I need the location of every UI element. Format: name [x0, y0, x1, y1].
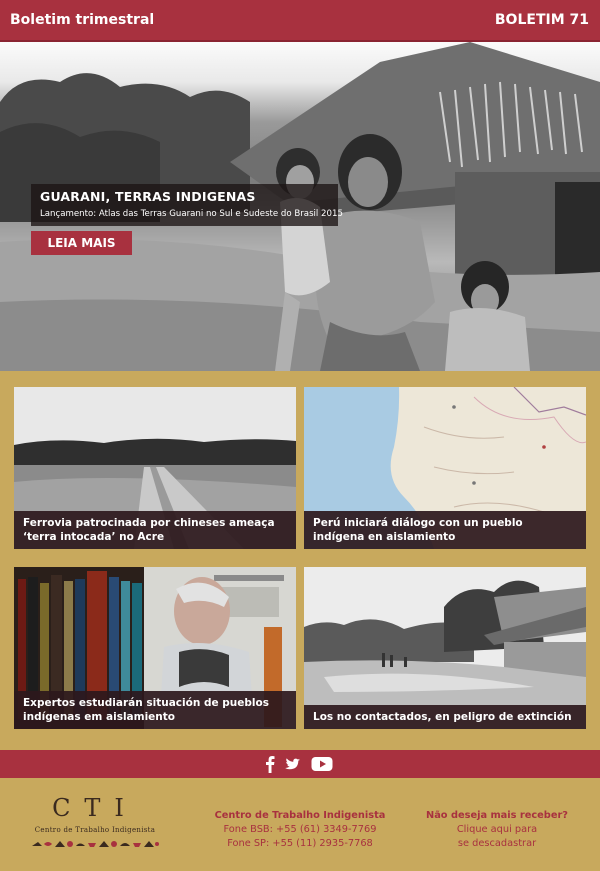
- phone-sp: Fone SP: +55 (11) 2935-7768: [227, 838, 373, 849]
- news-card-peru[interactable]: Perú iniciará diálogo con un pueblo indí…: [304, 387, 586, 549]
- news-grid: Ferrovia patrocinada por chineses ameaça…: [0, 371, 600, 750]
- news-card-railway[interactable]: Ferrovia patrocinada por chineses ameaça…: [14, 387, 296, 549]
- logo-organization-name: Centro de Trabalho Indigenista: [34, 826, 156, 834]
- twitter-icon[interactable]: [283, 755, 304, 773]
- youtube-icon[interactable]: [311, 755, 333, 773]
- news-card-uncontacted[interactable]: Los no contactados, en peligro de extinc…: [304, 567, 586, 729]
- contact-org-name: Centro de Trabalho Indigenista: [214, 810, 386, 821]
- unsubscribe-link[interactable]: Não deseja mais receber? Clique aqui par…: [412, 809, 582, 851]
- issue-number: BOLETIM 71: [494, 12, 589, 28]
- hero-banner[interactable]: GUARANI, TERRAS INDIGENAS Lançamento: At…: [0, 42, 600, 371]
- unsubscribe-line-1: Clique aqui para: [456, 824, 538, 835]
- news-card-caption: Expertos estudiarán situación de pueblos…: [14, 691, 296, 729]
- news-card-caption: Ferrovia patrocinada por chineses ameaça…: [14, 511, 296, 549]
- logo-letters: CTI: [52, 794, 138, 822]
- read-more-button[interactable]: LEIA MAIS: [31, 231, 132, 255]
- phone-bsb: Fone BSB: +55 (61) 3349-7769: [223, 824, 377, 835]
- newsletter-label: Boletim trimestral: [10, 12, 155, 28]
- news-card-caption: Los no contactados, en peligro de extinc…: [304, 705, 586, 729]
- unsubscribe-line-2: se descadastrar: [457, 838, 537, 849]
- cti-logo[interactable]: CTI Centro de Trabalho Indigenista: [24, 794, 166, 854]
- contact-info: Centro de Trabalho Indigenista Fone BSB:…: [200, 809, 400, 851]
- logo-animal-strip: [30, 838, 160, 850]
- hero-caption: GUARANI, TERRAS INDIGENAS Lançamento: At…: [31, 184, 343, 226]
- unsubscribe-question: Não deseja mais receber?: [426, 810, 568, 821]
- news-card-experts[interactable]: Expertos estudiarán situación de pueblos…: [14, 567, 296, 729]
- hero-title: GUARANI, TERRAS INDIGENAS: [40, 189, 256, 204]
- footer: CTI Centro de Trabalho Indigenista Centr…: [0, 778, 600, 871]
- social-bar: [0, 750, 600, 778]
- header-bar: Boletim trimestral BOLETIM 71: [0, 0, 600, 42]
- hero-subtitle: Lançamento: Atlas das Terras Guarani no …: [40, 209, 343, 219]
- facebook-icon[interactable]: [265, 755, 275, 773]
- news-card-caption: Perú iniciará diálogo con un pueblo indí…: [304, 511, 586, 549]
